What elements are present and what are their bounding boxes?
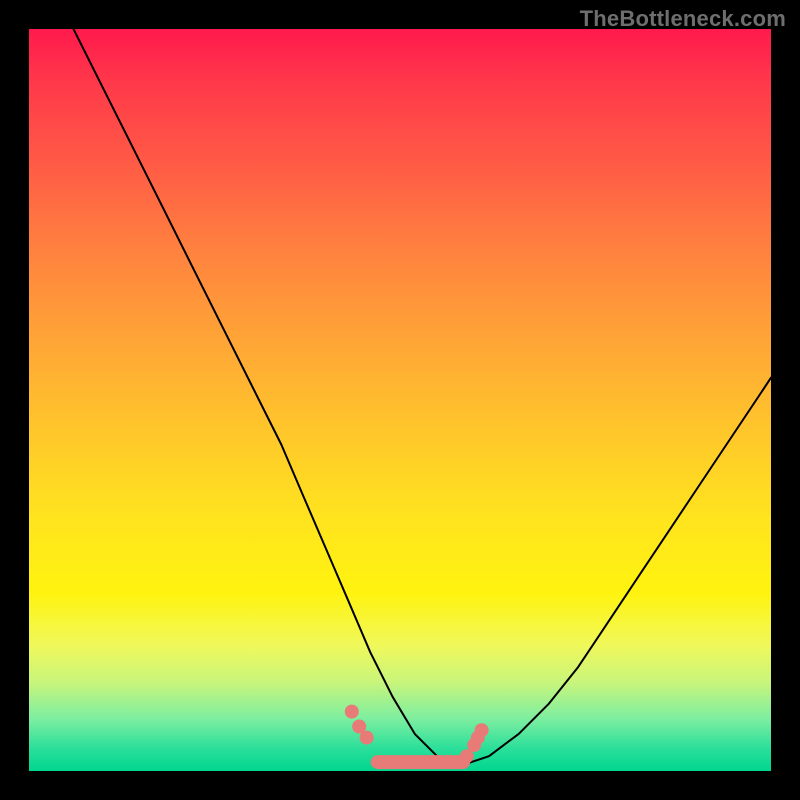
bottleneck-curve: [74, 29, 772, 764]
highlight-dots-group: [345, 705, 489, 764]
highlight-dot: [345, 705, 359, 719]
chart-svg: [29, 29, 771, 771]
highlight-dot: [475, 723, 489, 737]
outer-frame: TheBottleneck.com: [0, 0, 800, 800]
highlight-dot: [360, 731, 374, 745]
watermark-text: TheBottleneck.com: [580, 6, 786, 32]
chart-plot-area: [29, 29, 771, 771]
